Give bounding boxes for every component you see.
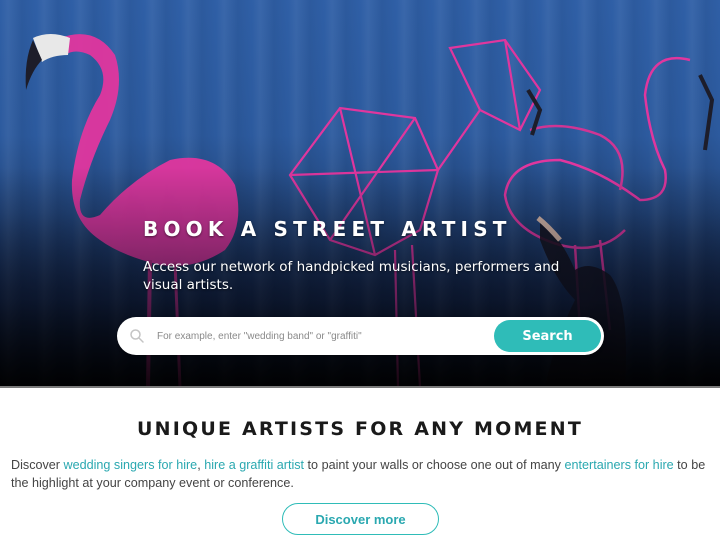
search-bar: Search xyxy=(117,317,604,355)
section-title: UNIQUE ARTISTS FOR ANY MOMENT xyxy=(137,418,583,440)
discover-more-button[interactable]: Discover more xyxy=(282,503,439,535)
link-wedding-singers[interactable]: wedding singers for hire xyxy=(63,458,197,472)
link-graffiti-artist[interactable]: hire a graffiti artist xyxy=(204,458,304,472)
search-input[interactable] xyxy=(153,321,483,351)
hero-subtitle: Access our network of handpicked musicia… xyxy=(143,259,560,293)
search-icon xyxy=(130,329,144,343)
section-description: Discover wedding singers for hire, hire … xyxy=(11,456,716,492)
link-entertainers[interactable]: entertainers for hire xyxy=(564,458,673,472)
hero-banner: BOOK A STREET ARTIST Access our network … xyxy=(0,0,720,387)
search-button[interactable]: Search xyxy=(494,320,601,352)
hero-divider xyxy=(0,386,720,388)
description-text: to paint your walls or choose one out of… xyxy=(304,458,565,472)
hero-title: BOOK A STREET ARTIST xyxy=(143,217,512,241)
description-text: Discover xyxy=(11,458,64,472)
